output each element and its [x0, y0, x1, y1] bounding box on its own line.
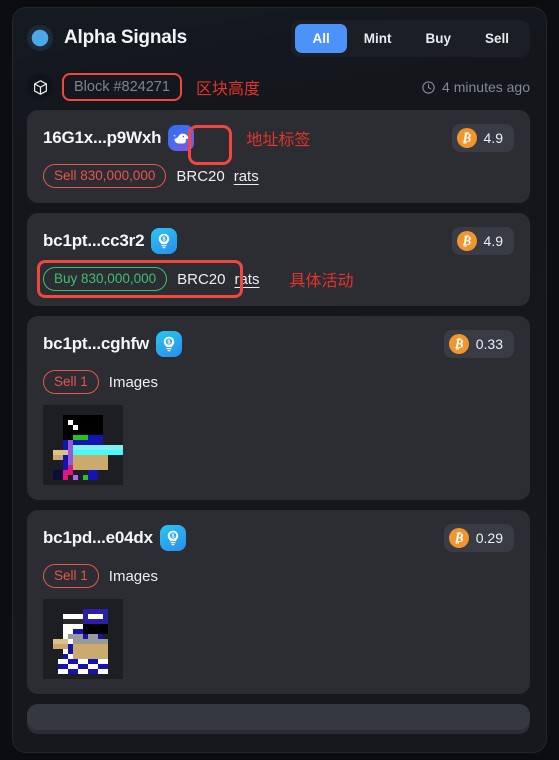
wallet-address[interactable]: 16G1x...p9Wxh [43, 128, 162, 148]
card-activity-row: Sell 830,000,000 BRC20 rats [43, 164, 514, 188]
bitcoin-icon: ₿ [456, 128, 477, 148]
card-header-row: bc1pd...e04dx $ ₿ 0.29 [43, 524, 514, 552]
app-header: Alpha Signals All Mint Buy Sell [13, 8, 546, 68]
app-window: Alpha Signals All Mint Buy Sell Block #8… [12, 7, 547, 753]
list-item-partial[interactable] [27, 704, 530, 734]
price-badge: ₿ 4.9 [451, 124, 514, 152]
price-badge: ₿ 4.9 [451, 227, 514, 255]
pixel [68, 669, 78, 674]
wallet-address[interactable]: bc1pt...cc3r2 [43, 231, 145, 251]
pixel [88, 669, 98, 674]
lightbulb-dollar-icon[interactable]: $ [159, 525, 186, 551]
pixel [63, 475, 68, 480]
cube-icon [27, 74, 53, 100]
token-standard: Images [108, 373, 158, 391]
filter-tabs[interactable]: All Mint Buy Sell [291, 19, 530, 57]
price-value: 4.9 [483, 130, 503, 146]
bitcoin-icon: ₿ [448, 528, 469, 548]
side-label: Sell [54, 374, 77, 389]
block-height-annotation: Block #824271 [62, 73, 182, 101]
amount-label: 830,000,000 [80, 168, 156, 183]
tab-sell[interactable]: Sell [468, 24, 526, 53]
side-label: Sell [54, 168, 77, 183]
token-standard: BRC20 [176, 167, 225, 185]
price-value: 0.33 [475, 336, 503, 352]
price-value: 0.29 [475, 530, 503, 546]
wallet-address[interactable]: bc1pt...cghfw [43, 334, 149, 354]
time-ago-label: 4 minutes ago [442, 79, 530, 95]
list-item[interactable]: 16G1x...p9Wxh 地址标签 ₿ 4.9 Sell 830,000,00… [27, 110, 530, 203]
brand: Alpha Signals [27, 25, 187, 51]
card-activity-row: Buy 830,000,000 BRC20 rats 具体活动 [37, 260, 514, 298]
annotation-address-tag: 地址标签 [246, 130, 311, 149]
address-tag-annotation [188, 125, 232, 165]
signal-list[interactable]: 16G1x...p9Wxh 地址标签 ₿ 4.9 Sell 830,000,00… [13, 106, 546, 734]
block-status-bar: Block #824271 区块高度 4 minutes ago [13, 68, 546, 106]
price-value: 4.9 [483, 233, 503, 249]
amount-label: 830,000,000 [81, 271, 157, 286]
token-standard: BRC20 [177, 270, 226, 288]
price-badge: ₿ 0.33 [443, 330, 514, 358]
card-header-row: bc1pt...cc3r2 $ ₿ 4.9 [43, 227, 514, 255]
page-title: Alpha Signals [64, 27, 188, 48]
pixel [88, 470, 98, 480]
list-item-partial-inner [27, 704, 530, 730]
ordinal-thumbnail[interactable] [43, 405, 123, 485]
card-activity-row: Sell 1 Images [43, 564, 514, 588]
card-activity-row: Sell 1 Images [43, 370, 514, 394]
side-amount-pill: Sell 1 [43, 564, 99, 588]
tab-all[interactable]: All [295, 23, 347, 53]
token-ticker[interactable]: rats [234, 168, 259, 185]
ordinal-thumbnail[interactable] [43, 599, 123, 679]
bitcoin-icon: ₿ [456, 231, 477, 251]
wallet-address[interactable]: bc1pd...e04dx [43, 528, 153, 548]
amount-label: 1 [80, 568, 88, 583]
list-item[interactable]: bc1pt...cc3r2 $ ₿ 4.9 Buy 830,000,000 BR… [27, 213, 530, 306]
price-badge: ₿ 0.29 [443, 524, 514, 552]
whale-icon[interactable] [168, 125, 195, 151]
card-header-row: 16G1x...p9Wxh 地址标签 ₿ 4.9 [43, 124, 514, 165]
side-amount-pill: Sell 1 [43, 370, 99, 394]
token-ticker[interactable]: rats [234, 271, 259, 288]
pixel [58, 669, 68, 674]
bitcoin-icon: ₿ [448, 334, 469, 354]
time-ago: 4 minutes ago [421, 79, 530, 95]
pixel [73, 475, 78, 480]
clock-icon [422, 80, 435, 94]
annotation-activity: 具体活动 [289, 271, 354, 290]
pixel [98, 614, 103, 619]
lightbulb-dollar-icon[interactable]: $ [151, 228, 178, 254]
annotation-block-height: 区块高度 [195, 79, 260, 98]
pixel [98, 669, 108, 674]
pixel [53, 475, 63, 480]
side-amount-pill: Buy 830,000,000 [43, 267, 168, 291]
side-label: Sell [54, 568, 77, 583]
list-item[interactable]: bc1pt...cghfw $ ₿ 0.33 Sell 1 Images [27, 316, 530, 500]
tab-buy[interactable]: Buy [408, 24, 468, 53]
amount-label: 1 [80, 374, 88, 389]
pixel [78, 669, 88, 674]
side-label: Buy [54, 271, 78, 286]
blue-dot-icon [27, 25, 53, 51]
block-height-label[interactable]: Block #824271 [66, 76, 178, 98]
card-header-row: bc1pt...cghfw $ ₿ 0.33 [43, 330, 514, 358]
list-item[interactable]: bc1pd...e04dx $ ₿ 0.29 Sell 1 Images [27, 510, 530, 694]
token-standard: Images [108, 567, 158, 585]
side-amount-pill: Sell 830,000,000 [43, 164, 167, 188]
tab-mint[interactable]: Mint [347, 24, 409, 53]
lightbulb-dollar-icon[interactable]: $ [156, 331, 183, 357]
